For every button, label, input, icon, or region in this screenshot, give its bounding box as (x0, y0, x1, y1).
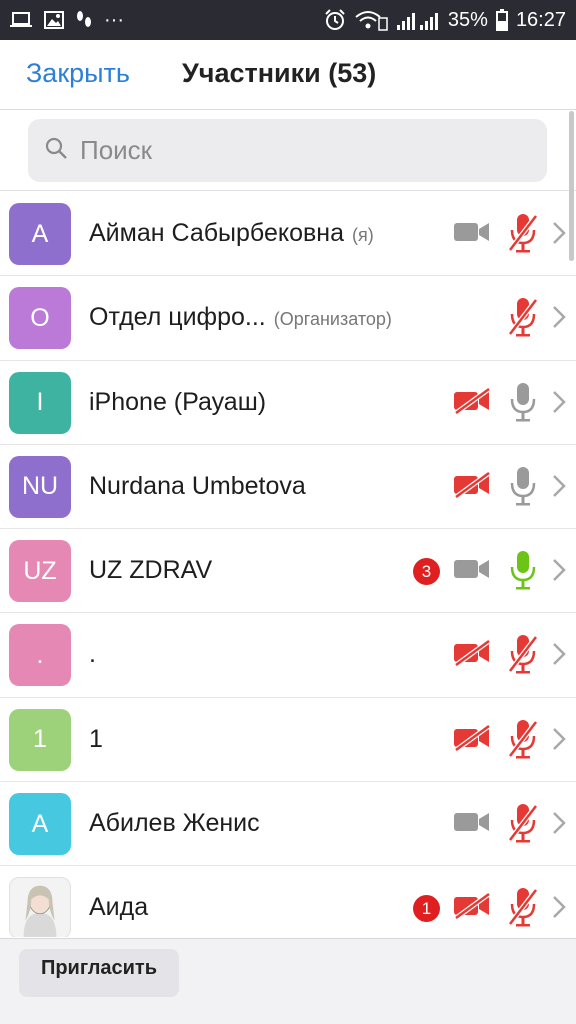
mic-muted-icon (508, 886, 538, 933)
more-dots-icon: ··· (104, 8, 124, 31)
chevron-right-icon[interactable] (551, 304, 567, 335)
avatar: . (9, 624, 71, 687)
page-title: Участники (53) (182, 58, 377, 88)
video-off-icon (453, 386, 491, 420)
bottom-bar: Пригласить (0, 938, 576, 1024)
participant-name: Nurdana Umbetova (89, 472, 306, 501)
participant-name: . (89, 640, 96, 669)
header: Закрыть Участники (53) (0, 40, 576, 110)
participant-name: Аида (89, 893, 148, 922)
participant-name-text: iPhone (Рауаш) (89, 387, 267, 416)
avatar: А (9, 793, 71, 856)
participant-role: (я) (351, 225, 374, 245)
participant-name-text: Nurdana Umbetova (89, 471, 306, 500)
chevron-right-icon[interactable] (551, 726, 567, 757)
participant-name-text: 1 (89, 724, 103, 753)
participant-row[interactable]: IiPhone (Рауаш) (0, 361, 576, 445)
image-icon (44, 11, 64, 29)
avatar: 1 (9, 708, 71, 771)
alarm-icon (324, 9, 346, 31)
video-off-icon (453, 892, 491, 925)
participant-row[interactable]: UZ UZ ZDRAV 3 (0, 529, 576, 614)
participant-row[interactable]: .. (0, 613, 576, 698)
participant-row[interactable]: А Абилев Женис (0, 782, 576, 867)
status-right-icons: 35% 16:27 (324, 9, 566, 32)
close-button[interactable]: Закрыть (26, 58, 130, 89)
mic-icon (508, 381, 538, 428)
status-left-icons: ··· (10, 9, 324, 32)
participant-name: Айман Сабырбековна (я) (89, 219, 374, 248)
chevron-right-icon[interactable] (551, 894, 567, 925)
battery-icon (495, 9, 508, 31)
video-off-icon (453, 723, 491, 757)
mic-muted-icon (508, 212, 538, 259)
video-off-icon (453, 639, 491, 672)
chevron-right-icon[interactable] (551, 557, 567, 588)
video-icon (453, 808, 491, 841)
participant-name: 1 (89, 725, 103, 754)
participant-row[interactable]: О Отдел цифро... (Организатор) (0, 276, 576, 361)
chevron-right-icon[interactable] (551, 389, 567, 420)
participants-list: А Айман Сабырбековна (я) О Отдел цифро... (Ор… (0, 192, 576, 937)
wifi-icon (354, 9, 388, 31)
clock: 16:27 (515, 8, 566, 31)
search-placeholder: Поиск (80, 135, 153, 165)
mic-muted-icon (508, 718, 538, 765)
participant-row[interactable]: 11 (0, 698, 576, 783)
participant-name-text: Айман Сабырбековна (89, 219, 344, 247)
battery-percent: 35% (447, 8, 488, 31)
avatar: NU (9, 455, 71, 518)
chevron-right-icon[interactable] (551, 810, 567, 841)
participant-row[interactable]: А Айман Сабырбековна (я) (0, 192, 576, 277)
participant-row[interactable]: Аида 1 (0, 866, 576, 937)
mic-muted-icon (508, 802, 538, 849)
chat-count-badge: 3 (413, 558, 440, 586)
avatar: О (9, 287, 71, 350)
participant-role: (Организатор) (273, 309, 392, 330)
participant-name-text: UZ ZDRAV (89, 556, 213, 585)
chevron-right-icon[interactable] (551, 220, 567, 251)
footprints-icon (76, 10, 92, 30)
avatar: UZ (9, 540, 71, 603)
participant-name: Абилев Женис (89, 809, 260, 838)
status-bar: ··· 35% 16:27 (0, 0, 576, 40)
chevron-right-icon[interactable] (551, 641, 567, 672)
participant-name-text: Отдел цифро... (89, 303, 266, 332)
search-input[interactable]: Поиск (28, 119, 547, 182)
participant-name-text: Абилев Женис (89, 809, 260, 838)
participant-name-text: Аида (89, 893, 149, 922)
search-icon (44, 136, 68, 165)
mic-muted-icon (508, 296, 538, 343)
avatar (9, 877, 71, 937)
chevron-right-icon[interactable] (551, 473, 567, 504)
chat-count-badge: 1 (413, 895, 440, 923)
video-icon (453, 218, 491, 251)
participant-row[interactable]: NU Nurdana Umbetova (0, 445, 576, 530)
avatar: I (9, 371, 71, 434)
participant-name: Отдел цифро... (Организатор) (89, 303, 392, 332)
video-icon (453, 555, 491, 588)
invite-button[interactable]: Пригласить (19, 949, 179, 997)
laptop-icon (10, 12, 32, 28)
mic-muted-icon (508, 633, 538, 680)
mic-icon (508, 465, 538, 512)
search-section: Поиск (0, 111, 576, 191)
mic-icon (508, 549, 538, 596)
video-off-icon (453, 470, 491, 504)
avatar: А (9, 203, 71, 265)
participant-name: UZ ZDRAV (89, 556, 212, 585)
participant-name: iPhone (Рауаш) (89, 388, 266, 417)
participant-name-text: . (89, 640, 96, 669)
signal-icon (396, 9, 440, 31)
